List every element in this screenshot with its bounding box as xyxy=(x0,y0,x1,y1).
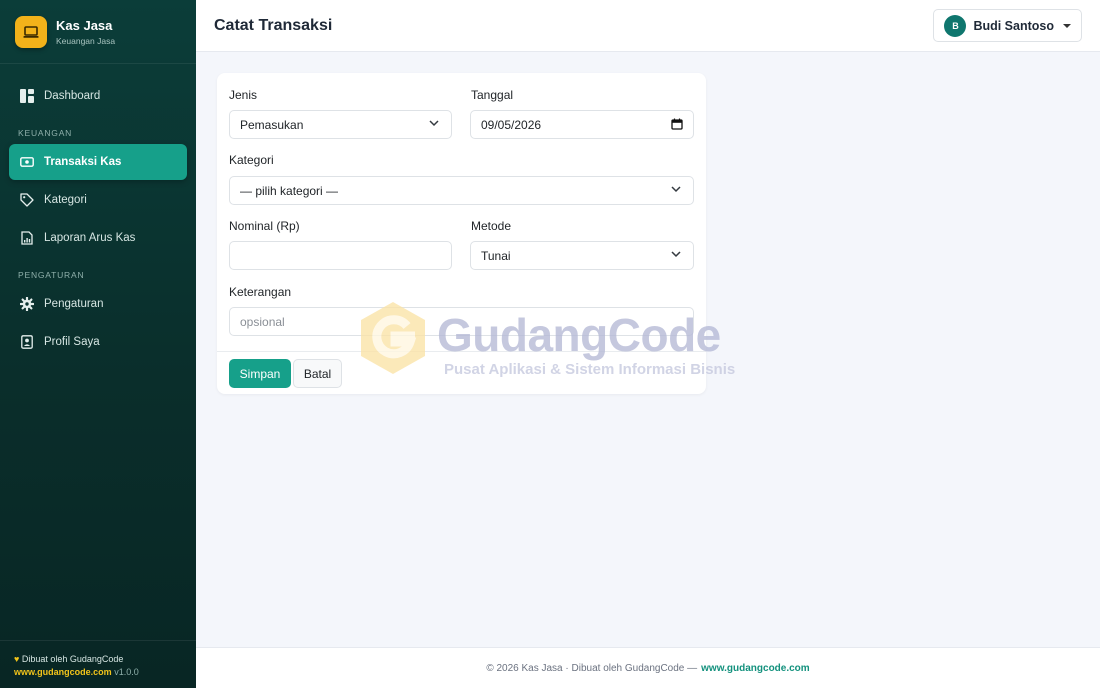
kategori-select[interactable]: — pilih kategori — xyxy=(229,176,694,205)
version-text: v1.0.0 xyxy=(114,667,139,677)
sidebar-item-label: Kategori xyxy=(44,194,87,206)
page-footer: © 2026 Kas Jasa · Dibuat oleh GudangCode… xyxy=(196,647,1100,688)
sidebar-footer: ♥ Dibuat oleh GudangCode www.gudangcode.… xyxy=(0,640,196,688)
metode-label: Metode xyxy=(471,219,512,233)
chevron-down-icon xyxy=(671,186,681,193)
user-name: Budi Santoso xyxy=(973,18,1054,33)
topbar: Catat Transaksi B Budi Santoso xyxy=(196,0,1100,52)
jenis-value: Pemasukan xyxy=(240,117,304,132)
report-icon xyxy=(20,231,34,245)
watermark-title: GudangCode xyxy=(437,309,721,361)
tag-icon xyxy=(20,193,34,207)
jenis-select[interactable]: Pemasukan xyxy=(229,110,452,139)
avatar: B xyxy=(944,14,967,37)
page-title: Catat Transaksi xyxy=(214,16,333,34)
kategori-label: Kategori xyxy=(229,153,274,167)
sidebar-footer-link[interactable]: www.gudangcode.com xyxy=(14,667,112,677)
sidebar-item-label: Dashboard xyxy=(44,90,101,102)
sidebar-item-label: Pengaturan xyxy=(44,298,104,310)
profile-card-icon xyxy=(20,335,34,349)
made-by-text: Dibuat oleh GudangCode xyxy=(21,654,124,664)
save-button[interactable]: Simpan xyxy=(229,359,291,388)
footer-text: © 2026 Kas Jasa · Dibuat oleh GudangCode… xyxy=(486,662,698,674)
brand-title: Kas Jasa xyxy=(56,17,113,33)
heart-icon: ♥ xyxy=(14,654,20,664)
user-menu-button[interactable]: B Budi Santoso xyxy=(933,9,1082,42)
laptop-icon xyxy=(15,15,47,48)
brand-subtitle: Keuangan Jasa xyxy=(56,35,116,46)
nav-section-pengaturan: PENGATURAN xyxy=(18,270,85,280)
jenis-label: Jenis xyxy=(229,88,258,102)
watermark: GudangCode Pusat Aplikasi & Sistem Infor… xyxy=(357,300,757,380)
sidebar-item-transaksi-kas[interactable]: Transaksi Kas xyxy=(9,144,187,180)
caret-down-icon xyxy=(1063,23,1071,28)
nominal-label: Nominal (Rp) xyxy=(229,219,300,233)
brand: Kas Jasa Keuangan Jasa xyxy=(0,0,196,64)
sidebar-item-kategori[interactable]: Kategori xyxy=(9,182,187,218)
metode-value: Tunai xyxy=(481,248,511,263)
tanggal-label: Tanggal xyxy=(471,88,514,102)
calendar-icon[interactable] xyxy=(671,118,683,130)
tanggal-value: 09/05/2026 xyxy=(481,117,542,132)
watermark-logo-icon xyxy=(361,302,425,374)
sidebar-item-label: Profil Saya xyxy=(44,336,100,348)
watermark-subtitle: Pusat Aplikasi & Sistem Informasi Bisnis xyxy=(444,361,736,378)
nominal-input[interactable] xyxy=(229,241,452,270)
footer-link[interactable]: www.gudangcode.com xyxy=(701,663,810,674)
keterangan-label: Keterangan xyxy=(229,285,292,299)
keterangan-placeholder: opsional xyxy=(240,314,285,329)
chevron-down-icon xyxy=(671,251,681,258)
sidebar-item-laporan[interactable]: Laporan Arus Kas xyxy=(9,220,187,256)
sidebar: Kas Jasa Keuangan Jasa Dashboard KEUANGA… xyxy=(0,0,196,688)
kategori-value: — pilih kategori — xyxy=(240,183,339,198)
sidebar-item-label: Transaksi Kas xyxy=(44,156,122,168)
sidebar-item-dashboard[interactable]: Dashboard xyxy=(9,78,187,114)
chevron-down-icon xyxy=(429,120,439,127)
sidebar-item-pengaturan[interactable]: Pengaturan xyxy=(9,286,187,322)
cash-icon xyxy=(20,155,34,169)
cancel-button[interactable]: Batal xyxy=(293,359,342,388)
dashboard-grid-icon xyxy=(20,89,34,103)
nav-section-keuangan: KEUANGAN xyxy=(18,128,73,138)
sidebar-item-label: Laporan Arus Kas xyxy=(44,232,136,244)
sidebar-item-profil[interactable]: Profil Saya xyxy=(9,324,187,360)
tanggal-input[interactable]: 09/05/2026 xyxy=(470,110,694,139)
gear-icon xyxy=(20,297,34,311)
metode-select[interactable]: Tunai xyxy=(470,241,694,270)
sidebar-nav: Dashboard KEUANGAN Transaksi Kas Kategor… xyxy=(0,64,196,360)
